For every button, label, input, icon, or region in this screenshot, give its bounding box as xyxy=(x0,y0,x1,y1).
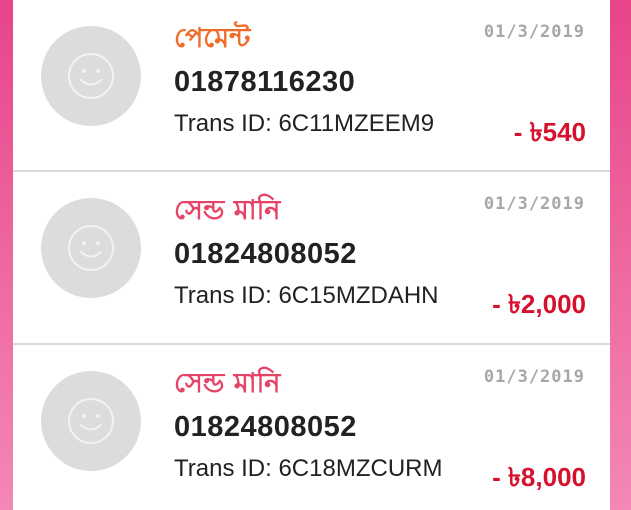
account-number: 01824808052 xyxy=(174,238,357,270)
transaction-type-label: সেন্ড মানি xyxy=(174,195,281,226)
transaction-type-label: সেন্ড মানি xyxy=(174,368,281,399)
smiley-face-icon xyxy=(68,53,114,99)
transaction-item[interactable]: সেন্ড মানি 01/3/2019 01824808052 Trans I… xyxy=(13,172,610,345)
contact-avatar xyxy=(41,26,141,126)
trans-id: Trans ID: 6C18MZCURM xyxy=(174,455,443,482)
transaction-item[interactable]: পেমেন্ট 01/3/2019 01878116230 Trans ID: … xyxy=(13,0,610,172)
trans-id: Trans ID: 6C11MZEEM9 xyxy=(174,110,435,137)
contact-avatar xyxy=(41,371,141,471)
transaction-type-label: পেমেন্ট xyxy=(174,23,251,54)
transaction-item[interactable]: সেন্ড মানি 01/3/2019 01824808052 Trans I… xyxy=(13,345,610,510)
smiley-face-icon xyxy=(68,225,114,271)
account-number: 01878116230 xyxy=(174,66,356,98)
contact-avatar xyxy=(41,198,141,298)
transaction-date: 01/3/2019 xyxy=(483,22,585,42)
trans-id: Trans ID: 6C15MZDAHN xyxy=(174,282,439,309)
transaction-date: 01/3/2019 xyxy=(483,367,585,387)
transaction-amount: - ৳540 xyxy=(513,117,586,147)
transaction-date: 01/3/2019 xyxy=(483,194,585,214)
transaction-amount: - ৳2,000 xyxy=(492,289,586,319)
transaction-amount: - ৳8,000 xyxy=(492,462,586,492)
transaction-list: পেমেন্ট 01/3/2019 01878116230 Trans ID: … xyxy=(13,0,610,510)
account-number: 01824808052 xyxy=(174,411,357,443)
smiley-face-icon xyxy=(68,398,114,444)
